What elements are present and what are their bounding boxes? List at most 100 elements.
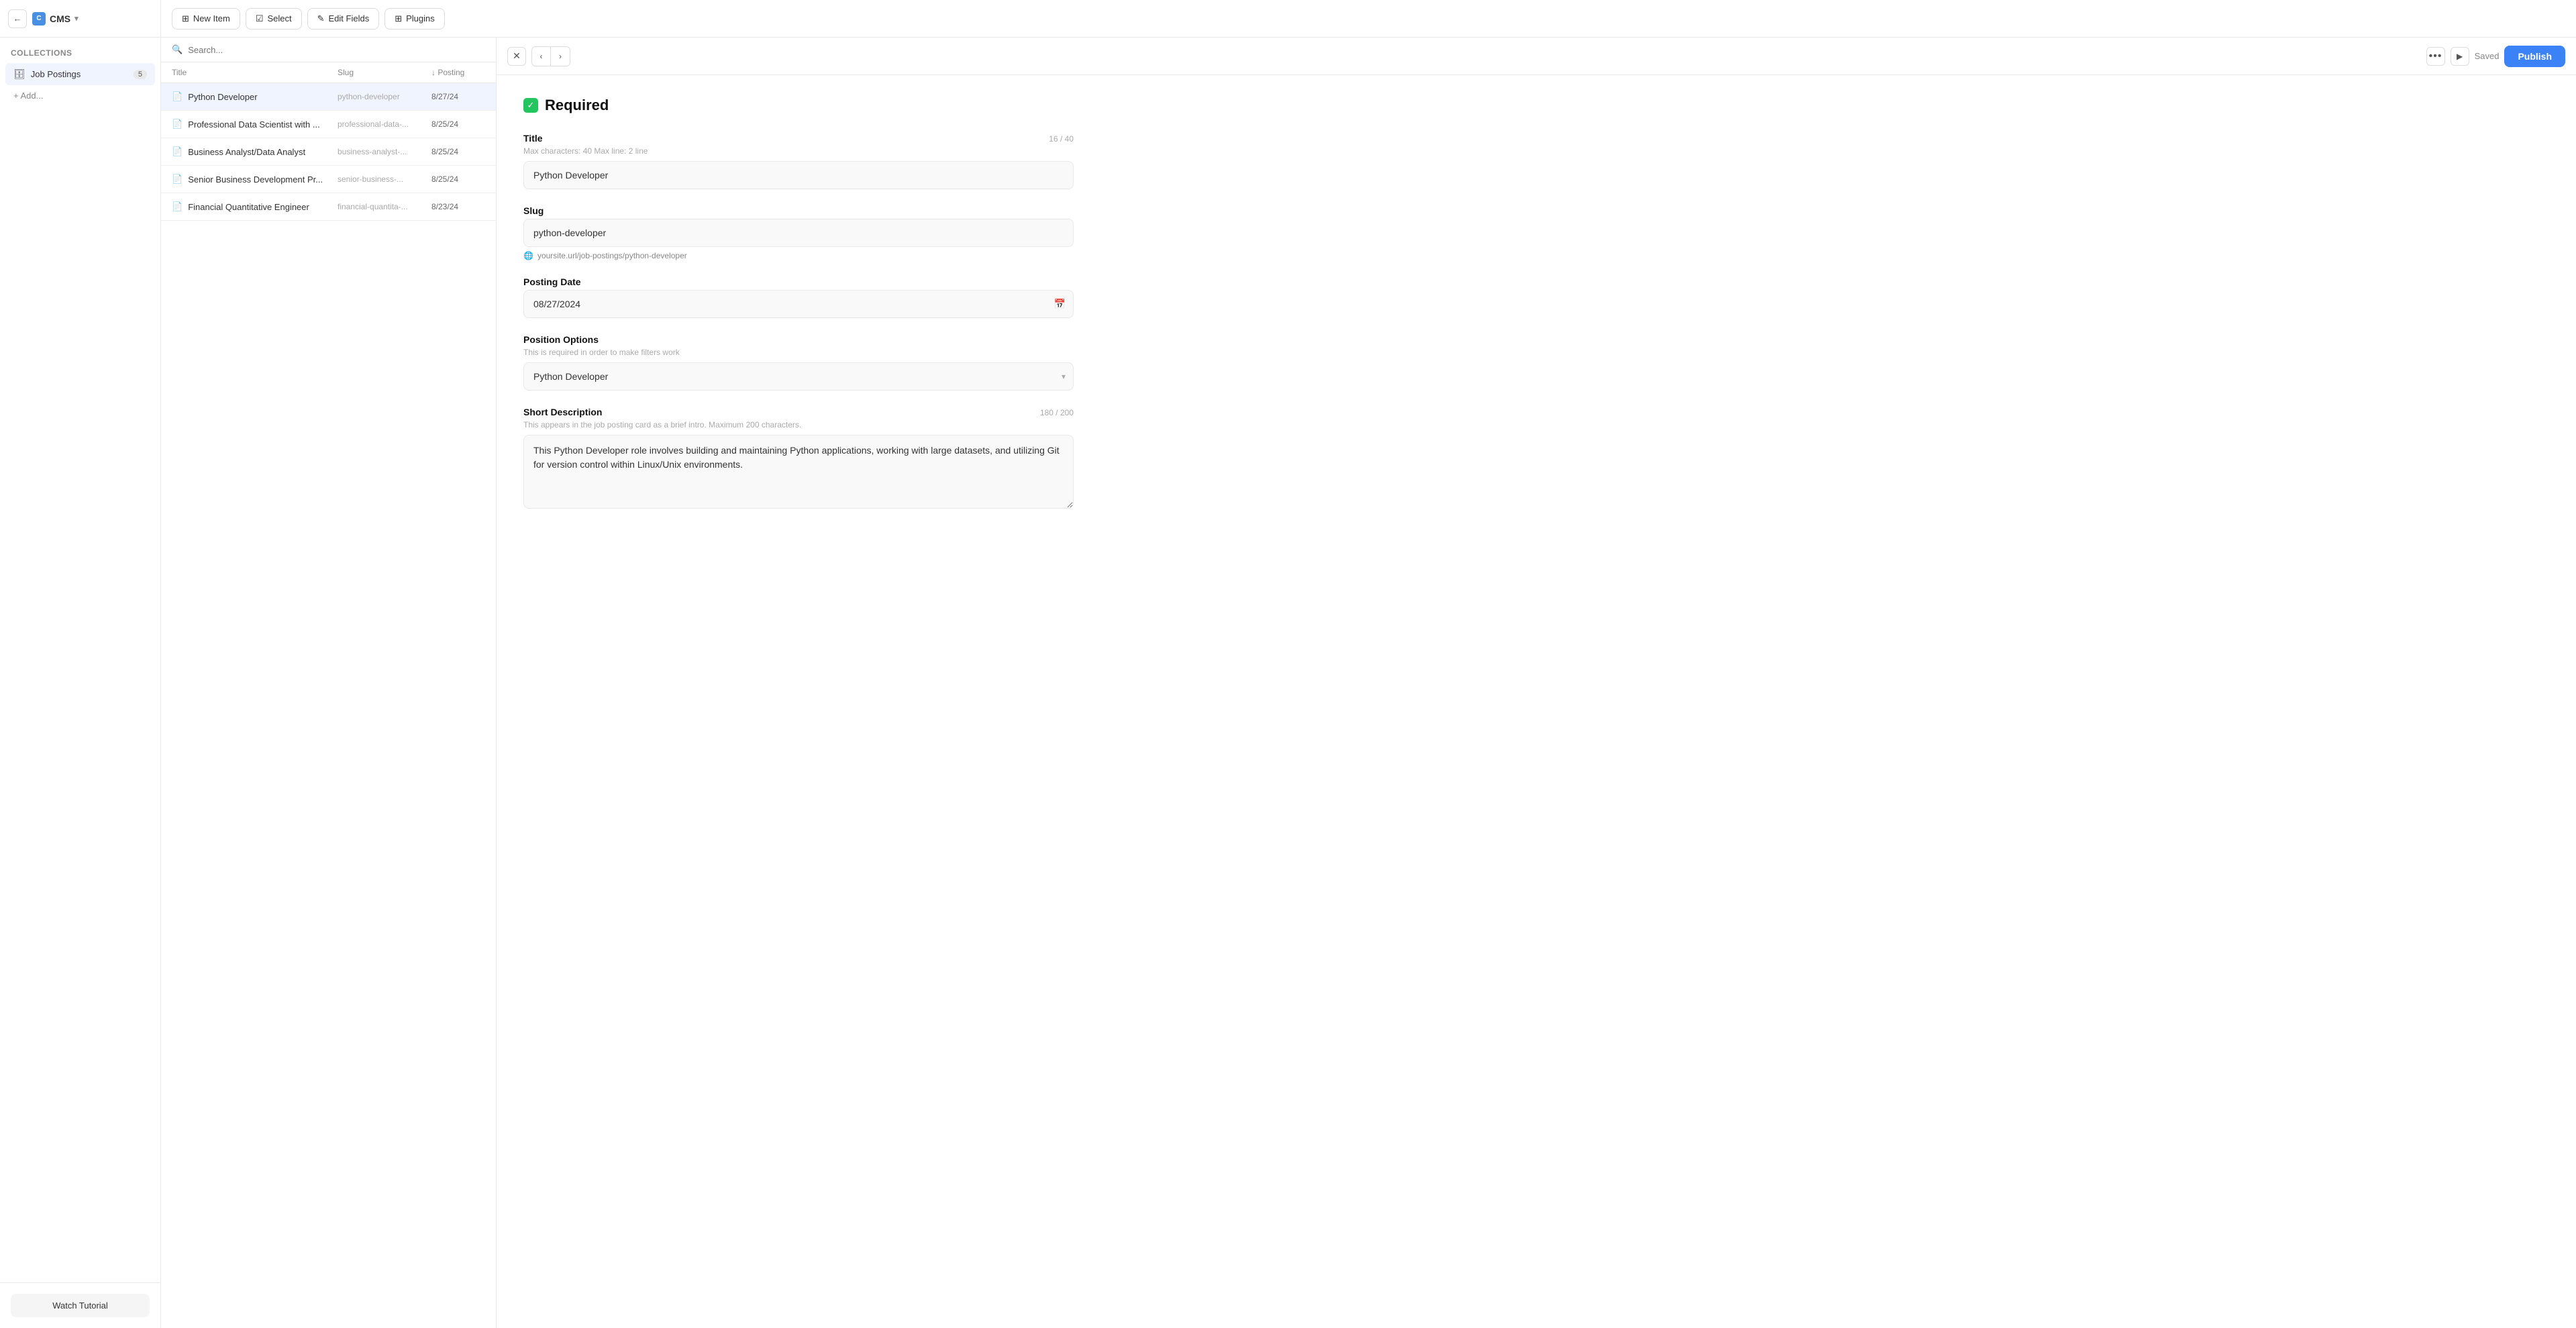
new-item-button[interactable]: ⊞ New Item bbox=[172, 8, 240, 30]
title-input[interactable] bbox=[523, 161, 1074, 189]
doc-icon: 📄 bbox=[172, 146, 183, 157]
slug-field: Slug 🌐 yoursite.url/job-postings/python-… bbox=[523, 205, 1074, 260]
slug-url-text: yoursite.url/job-postings/python-develop… bbox=[537, 251, 687, 260]
short-description-counter: 180 / 200 bbox=[1040, 408, 1074, 417]
row-slug: python-developer bbox=[338, 92, 431, 101]
position-options-select[interactable]: Python Developer Data Scientist Business… bbox=[523, 362, 1074, 391]
select-label: Select bbox=[267, 13, 291, 23]
back-icon: ← bbox=[13, 13, 22, 23]
more-options-button[interactable]: ••• bbox=[2426, 47, 2445, 66]
list-item[interactable]: 📄 Business Analyst/Data Analyst business… bbox=[161, 138, 496, 166]
position-options-label: Position Options bbox=[523, 334, 599, 345]
search-input[interactable] bbox=[188, 45, 485, 55]
cms-logo[interactable]: C CMS ▾ bbox=[32, 12, 79, 25]
collections-label: Collections bbox=[0, 38, 160, 63]
short-description-textarea[interactable]: This Python Developer role involves buil… bbox=[523, 435, 1074, 509]
row-slug: professional-data-... bbox=[338, 119, 431, 129]
detail-close-button[interactable]: ✕ bbox=[507, 47, 526, 66]
plus-icon: ⊞ bbox=[182, 13, 189, 24]
cms-label: CMS bbox=[50, 13, 70, 24]
detail-panel: ✕ ‹ › ••• ▶ Saved Publis bbox=[497, 38, 2576, 1328]
short-description-field: Short Description 180 / 200 This appears… bbox=[523, 407, 1074, 511]
posting-date-input[interactable] bbox=[523, 290, 1074, 318]
slug-input[interactable] bbox=[523, 219, 1074, 247]
close-icon: ✕ bbox=[513, 50, 521, 62]
position-options-hint: This is required in order to make filter… bbox=[523, 348, 1074, 357]
list-item[interactable]: 📄 Financial Quantitative Engineer financ… bbox=[161, 193, 496, 221]
sidebar: ← C CMS ▾ Collections 🗄 Job Postings 5 +… bbox=[0, 0, 161, 1328]
sidebar-item-job-postings[interactable]: 🗄 Job Postings 5 bbox=[5, 63, 155, 85]
title-label: Title bbox=[523, 133, 543, 144]
edit-fields-label: Edit Fields bbox=[329, 13, 370, 23]
add-collection-button[interactable]: + Add... bbox=[5, 85, 155, 106]
sidebar-item-badge: 5 bbox=[134, 70, 147, 79]
nav-next-button[interactable]: › bbox=[551, 47, 570, 66]
preview-button[interactable]: ▶ bbox=[2451, 47, 2469, 66]
title-counter: 16 / 40 bbox=[1049, 134, 1074, 144]
list-table: 📄 Python Developer python-developer 8/27… bbox=[161, 83, 496, 1328]
cms-icon: C bbox=[32, 12, 46, 25]
list-item[interactable]: 📄 Python Developer python-developer 8/27… bbox=[161, 83, 496, 111]
posting-date-field: Posting Date 📅 bbox=[523, 276, 1074, 318]
row-title-text: Professional Data Scientist with ... bbox=[188, 119, 320, 130]
detail-toolbar: ✕ ‹ › ••• ▶ Saved Publis bbox=[497, 38, 2576, 75]
chevron-left-icon: ‹ bbox=[540, 52, 543, 61]
plugins-button[interactable]: ⊞ Plugins bbox=[384, 8, 445, 30]
required-checkbox-icon: ✓ bbox=[523, 98, 538, 113]
position-options-field: Position Options This is required in ord… bbox=[523, 334, 1074, 391]
sidebar-header: ← C CMS ▾ bbox=[0, 0, 160, 38]
col-posting-date: ↓ Posting bbox=[431, 68, 485, 77]
main-content: ⊞ New Item ☑ Select ✎ Edit Fields ⊞ Plug… bbox=[161, 0, 2576, 1328]
search-icon: 🔍 bbox=[172, 44, 183, 55]
row-slug: financial-quantita-... bbox=[338, 202, 431, 211]
row-title-text: Financial Quantitative Engineer bbox=[188, 202, 309, 212]
new-item-label: New Item bbox=[193, 13, 230, 23]
calendar-icon: 📅 bbox=[1054, 299, 1066, 310]
short-description-label: Short Description bbox=[523, 407, 602, 417]
row-date: 8/25/24 bbox=[431, 119, 485, 129]
title-field: Title 16 / 40 Max characters: 40 Max lin… bbox=[523, 133, 1074, 189]
back-button[interactable]: ← bbox=[8, 9, 27, 28]
required-header: ✓ Required bbox=[523, 97, 1074, 114]
row-slug: business-analyst-... bbox=[338, 147, 431, 156]
nav-group: ‹ › bbox=[531, 46, 570, 66]
add-icon: + Add... bbox=[13, 91, 43, 101]
watch-tutorial-button[interactable]: Watch Tutorial bbox=[11, 1294, 150, 1317]
row-date: 8/23/24 bbox=[431, 202, 485, 211]
title-hint: Max characters: 40 Max line: 2 line bbox=[523, 146, 1074, 156]
date-input-wrap: 📅 bbox=[523, 290, 1074, 318]
sidebar-footer: Watch Tutorial bbox=[0, 1282, 160, 1328]
edit-fields-button[interactable]: ✎ Edit Fields bbox=[307, 8, 380, 30]
list-panel: 🔍 Title Slug ↓ Posting 📄 Python Develope… bbox=[161, 38, 497, 1328]
position-options-select-wrap: Python Developer Data Scientist Business… bbox=[523, 362, 1074, 391]
required-title: Required bbox=[545, 97, 609, 114]
saved-label: Saved bbox=[2475, 51, 2500, 61]
nav-prev-button[interactable]: ‹ bbox=[532, 47, 551, 66]
doc-icon: 📄 bbox=[172, 174, 183, 185]
select-button[interactable]: ☑ Select bbox=[246, 8, 302, 30]
chevron-right-icon: › bbox=[559, 52, 562, 61]
row-title-text: Python Developer bbox=[188, 92, 257, 102]
slug-label: Slug bbox=[523, 205, 544, 216]
col-slug: Slug bbox=[338, 68, 431, 77]
row-title-text: Senior Business Development Pr... bbox=[188, 174, 323, 185]
chevron-down-icon: ▾ bbox=[74, 14, 79, 23]
row-date: 8/25/24 bbox=[431, 174, 485, 184]
doc-icon: 📄 bbox=[172, 119, 183, 130]
doc-icon: 📄 bbox=[172, 91, 183, 102]
database-icon: 🗄 bbox=[13, 68, 25, 80]
publish-button[interactable]: Publish bbox=[2504, 46, 2565, 67]
list-item[interactable]: 📄 Senior Business Development Pr... seni… bbox=[161, 166, 496, 193]
posting-date-label: Posting Date bbox=[523, 276, 581, 287]
doc-icon: 📄 bbox=[172, 201, 183, 212]
plugins-label: Plugins bbox=[406, 13, 435, 23]
row-date: 8/25/24 bbox=[431, 147, 485, 156]
play-icon: ▶ bbox=[2457, 52, 2463, 61]
list-item[interactable]: 📄 Professional Data Scientist with ... p… bbox=[161, 111, 496, 138]
row-slug: senior-business-... bbox=[338, 174, 431, 184]
edit-icon: ✎ bbox=[317, 13, 325, 24]
check-icon: ☑ bbox=[256, 13, 264, 24]
row-date: 8/27/24 bbox=[431, 92, 485, 101]
slug-url: 🌐 yoursite.url/job-postings/python-devel… bbox=[523, 251, 1074, 260]
detail-form: ✓ Required Title 16 / 40 Max characters:… bbox=[497, 75, 1100, 1328]
